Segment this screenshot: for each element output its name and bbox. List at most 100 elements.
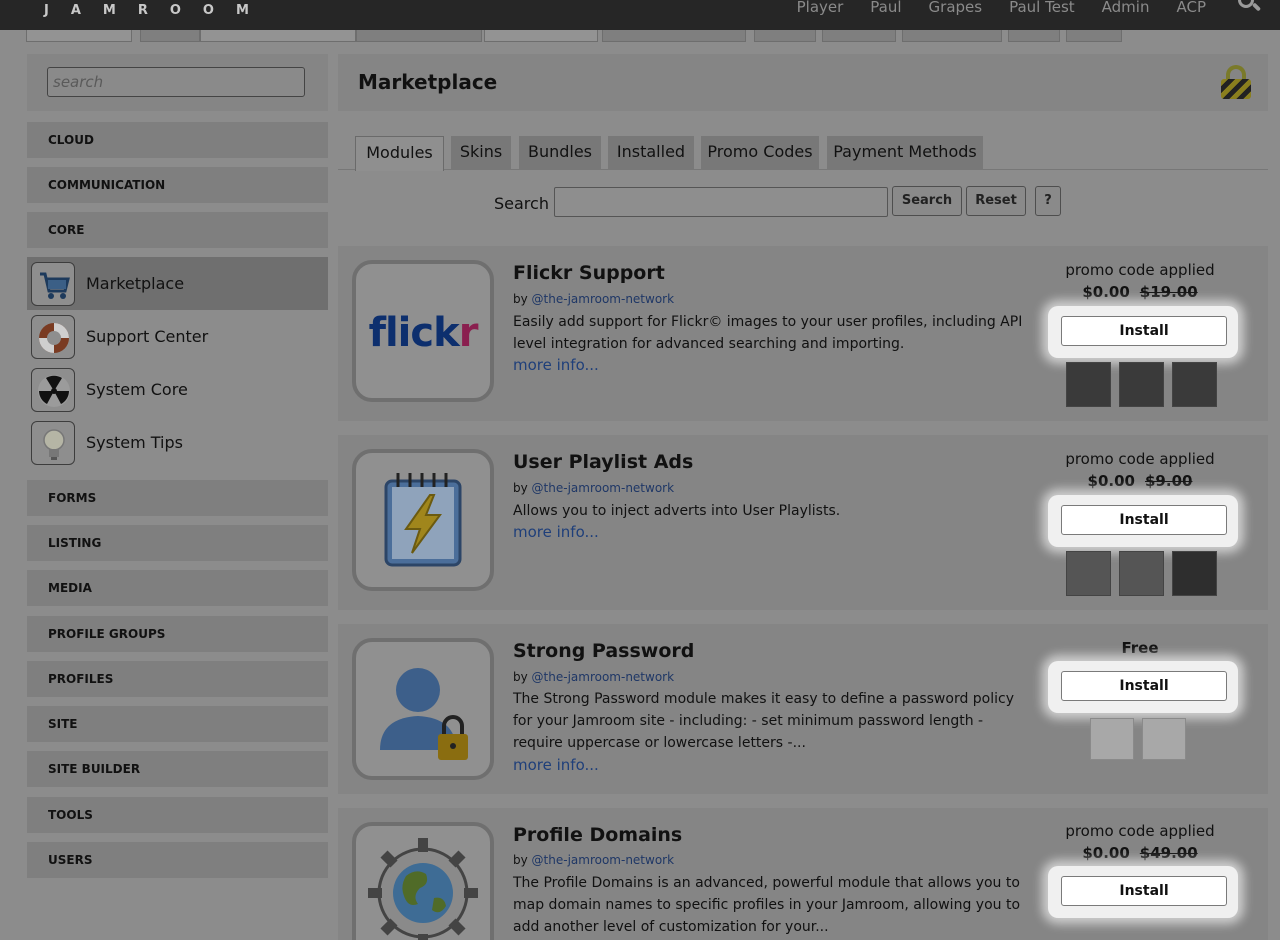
- install-button[interactable]: Install: [1061, 876, 1227, 906]
- old-price: $19.00: [1139, 283, 1198, 301]
- lock-icon[interactable]: [1221, 65, 1251, 99]
- category-site-builder[interactable]: SITE BUILDER: [27, 751, 328, 787]
- lifebuoy-icon: [31, 314, 75, 359]
- tab-promo-codes[interactable]: Promo Codes: [701, 136, 819, 170]
- acp-subtabs: [26, 30, 1136, 42]
- screenshot-thumbnail[interactable]: [1090, 718, 1134, 760]
- reset-button[interactable]: Reset: [966, 186, 1026, 216]
- nav-paul-test[interactable]: Paul Test: [1009, 0, 1075, 16]
- sidebar-item-support-center[interactable]: Support Center: [27, 310, 328, 363]
- old-price: $49.00: [1139, 844, 1198, 862]
- screenshot-thumbnail[interactable]: [1119, 551, 1164, 596]
- install-highlight: Install: [1048, 306, 1238, 358]
- sidebar-item-system-core[interactable]: System Core: [27, 363, 328, 416]
- more-info-link[interactable]: more info...: [513, 756, 599, 774]
- nav-grapes[interactable]: Grapes: [929, 0, 983, 16]
- category-cloud[interactable]: CLOUD: [27, 122, 328, 158]
- author-link[interactable]: @the-jamroom-network: [532, 670, 675, 684]
- nav-acp[interactable]: ACP: [1176, 0, 1206, 16]
- screenshot-thumbnail[interactable]: [1142, 718, 1186, 760]
- acp-subtab[interactable]: [902, 30, 1002, 42]
- more-info-link[interactable]: more info...: [513, 523, 599, 541]
- sidebar-item-marketplace[interactable]: Marketplace: [27, 257, 328, 310]
- page-header: Marketplace: [338, 54, 1268, 111]
- sidebar-item-system-tips[interactable]: System Tips: [27, 416, 328, 469]
- more-info-link[interactable]: more info...: [513, 356, 599, 374]
- author-link[interactable]: @the-jamroom-network: [532, 481, 675, 495]
- screenshot-thumbnail[interactable]: [1172, 362, 1217, 407]
- install-button[interactable]: Install: [1061, 505, 1227, 535]
- acp-subtab[interactable]: [1066, 30, 1122, 42]
- price: $0.00 $9.00: [1087, 472, 1193, 490]
- install-button[interactable]: Install: [1061, 671, 1227, 701]
- acp-subtab[interactable]: [822, 30, 896, 42]
- acp-subtab[interactable]: [26, 30, 132, 42]
- acp-subtab[interactable]: [356, 30, 482, 42]
- module-description: The Strong Password module makes it easy…: [513, 691, 1014, 751]
- author-link[interactable]: @the-jamroom-network: [532, 292, 675, 306]
- price: $0.00 $19.00: [1082, 283, 1198, 301]
- help-button[interactable]: ?: [1035, 186, 1061, 216]
- category-users[interactable]: USERS: [27, 842, 328, 878]
- install-highlight: Install: [1048, 661, 1238, 713]
- acp-subtab[interactable]: [140, 30, 200, 42]
- nav-admin[interactable]: Admin: [1102, 0, 1150, 16]
- nav-player[interactable]: Player: [797, 0, 844, 16]
- sidebar-search-input[interactable]: [47, 67, 305, 97]
- screenshot-thumbnail[interactable]: [1172, 551, 1217, 596]
- module-card-profile-domains: Profile Domains by @the-jamroom-network …: [338, 808, 1268, 940]
- tab-payment-methods[interactable]: Payment Methods: [827, 136, 983, 170]
- notepad-lightning-icon[interactable]: [352, 449, 494, 591]
- search-icon[interactable]: [1236, 0, 1262, 18]
- promo-note: promo code applied: [1065, 261, 1215, 279]
- search-button[interactable]: Search: [892, 186, 962, 216]
- marketplace-tabs: Modules Skins Bundles Installed Promo Co…: [338, 111, 1268, 171]
- acp-subtab[interactable]: [1008, 30, 1060, 42]
- module-description: Allows you to inject adverts into User P…: [513, 503, 841, 519]
- globe-gear-icon[interactable]: [352, 822, 494, 940]
- tab-bundles[interactable]: Bundles: [519, 136, 601, 170]
- category-communication[interactable]: COMMUNICATION: [27, 167, 328, 203]
- category-tools[interactable]: TOOLS: [27, 797, 328, 833]
- module-title[interactable]: Flickr Support: [513, 262, 665, 284]
- radiation-icon: [31, 367, 75, 412]
- sidebar-item-label: Marketplace: [86, 274, 185, 293]
- top-header: JAMROOM Player Paul Grapes Paul Test Adm…: [0, 0, 1280, 30]
- marketplace-search-row: Search Search Reset ?: [338, 184, 1268, 220]
- price: Free: [1121, 639, 1159, 657]
- tab-installed[interactable]: Installed: [608, 136, 694, 170]
- tab-skins[interactable]: Skins: [451, 136, 511, 170]
- old-price: $9.00: [1145, 472, 1193, 490]
- category-profile-groups[interactable]: PROFILE GROUPS: [27, 616, 328, 652]
- module-title[interactable]: User Playlist Ads: [513, 451, 693, 473]
- sidebar-item-label: System Tips: [86, 433, 183, 452]
- acp-subtab[interactable]: [602, 30, 746, 42]
- acp-subtab[interactable]: [200, 30, 356, 42]
- screenshot-thumbnail[interactable]: [1119, 362, 1164, 407]
- module-byline: by @the-jamroom-network: [513, 670, 675, 684]
- screenshot-thumbnail[interactable]: [1066, 362, 1111, 407]
- category-listing[interactable]: LISTING: [27, 525, 328, 561]
- tab-modules[interactable]: Modules: [355, 136, 444, 171]
- nav-paul[interactable]: Paul: [870, 0, 901, 16]
- acp-subtab[interactable]: [484, 30, 598, 42]
- category-site[interactable]: SITE: [27, 706, 328, 742]
- category-profiles[interactable]: PROFILES: [27, 661, 328, 697]
- category-forms[interactable]: FORMS: [27, 480, 328, 516]
- module-title[interactable]: Strong Password: [513, 640, 694, 662]
- module-description: Easily add support for Flickr© images to…: [513, 314, 1023, 352]
- install-button[interactable]: Install: [1061, 316, 1227, 346]
- cart-icon: [31, 261, 75, 306]
- category-core[interactable]: CORE: [27, 212, 328, 248]
- module-card-user-playlist-ads: User Playlist Ads by @the-jamroom-networ…: [338, 435, 1268, 610]
- flickr-logo[interactable]: flickr: [352, 260, 494, 402]
- jamroom-logo[interactable]: JAMROOM: [44, 3, 271, 18]
- user-lock-icon[interactable]: [352, 638, 494, 780]
- flickr-logo-text: flickr: [368, 310, 479, 356]
- marketplace-search-input[interactable]: [554, 187, 888, 217]
- acp-subtab[interactable]: [754, 30, 816, 42]
- module-title[interactable]: Profile Domains: [513, 824, 682, 846]
- category-media[interactable]: MEDIA: [27, 570, 328, 606]
- author-link[interactable]: @the-jamroom-network: [532, 853, 675, 867]
- screenshot-thumbnail[interactable]: [1066, 551, 1111, 596]
